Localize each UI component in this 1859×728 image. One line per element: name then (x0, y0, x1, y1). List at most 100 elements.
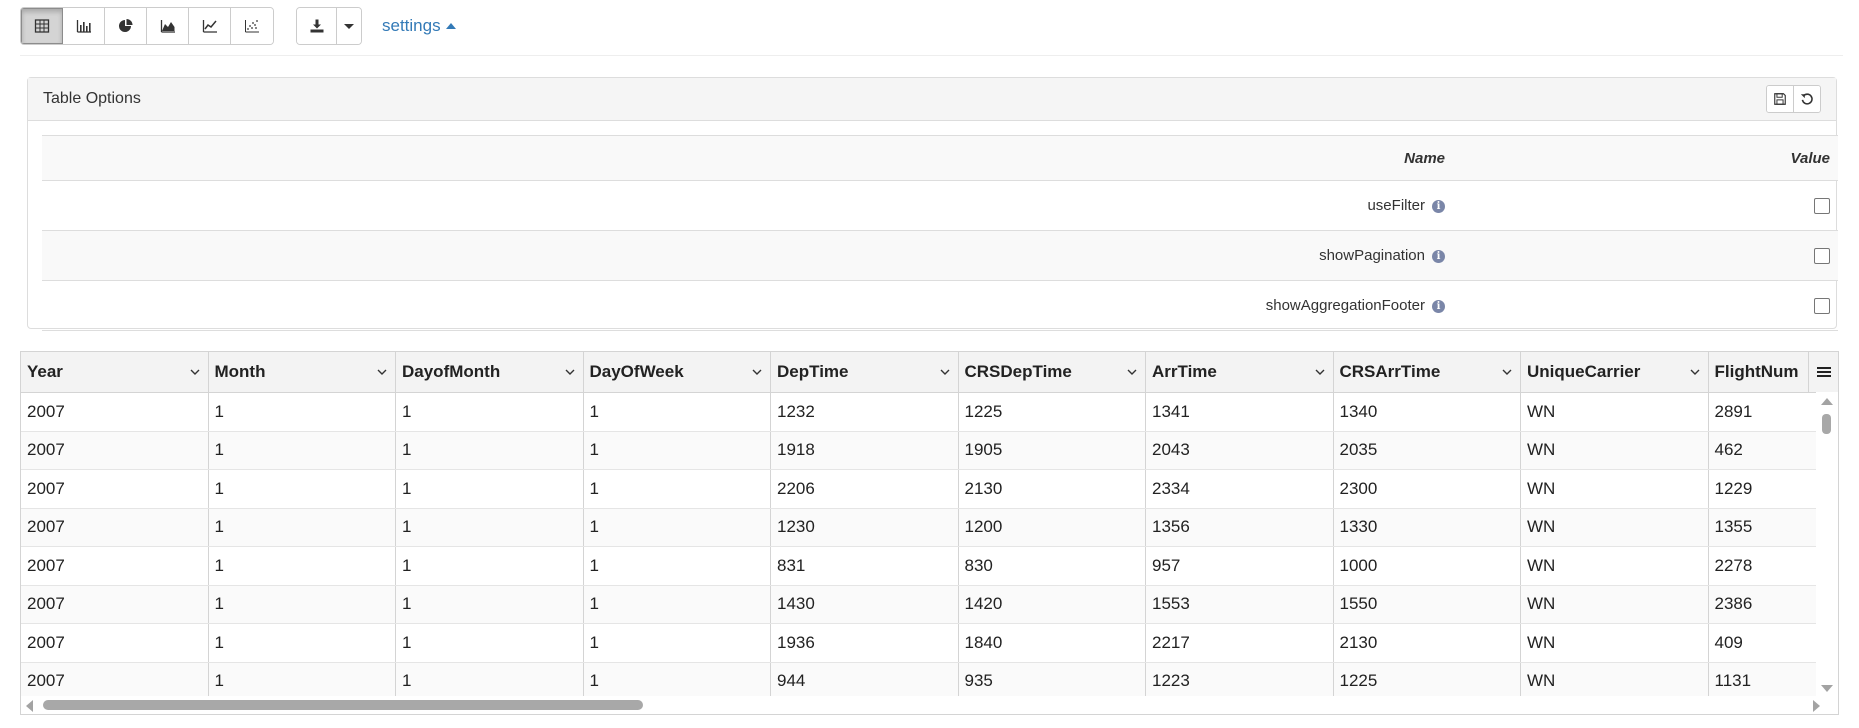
table-row[interactable]: 2007 1 1 1 1936 1840 2217 2130 WN 409 (21, 624, 1838, 663)
bar-chart-view-button[interactable] (63, 8, 105, 44)
chevron-down-icon[interactable] (1690, 367, 1700, 377)
chevron-down-icon[interactable] (565, 367, 575, 377)
grid-menu-button[interactable] (1808, 352, 1838, 392)
table-cell: 1550 (1334, 585, 1521, 623)
view-mode-group (20, 7, 274, 45)
grid-header: Year Month DayofMonth DayOfWeek DepTime CRSDe… (21, 352, 1838, 393)
panel-title: Table Options (43, 90, 141, 107)
use-filter-checkbox[interactable] (1814, 198, 1830, 215)
table-icon (34, 19, 50, 33)
table-cell: 2300 (1334, 470, 1521, 508)
chevron-down-icon[interactable] (190, 367, 200, 377)
table-cell: 2217 (1146, 624, 1334, 662)
column-header-crsdeptime[interactable]: CRSDepTime (959, 352, 1146, 392)
column-header-arrtime[interactable]: ArrTime (1146, 352, 1334, 392)
column-header-crsarrtime[interactable]: CRSArrTime (1334, 352, 1521, 392)
line-chart-view-button[interactable] (189, 8, 231, 44)
chevron-down-icon[interactable] (1502, 367, 1512, 377)
table-row[interactable]: 2007 1 1 1 1230 1200 1356 1330 WN 1355 (21, 508, 1838, 547)
table-cell: 1232 (771, 393, 959, 431)
table-cell: 1340 (1334, 393, 1521, 431)
scroll-up-arrow-icon[interactable] (1821, 398, 1833, 405)
scatter-chart-view-button[interactable] (231, 8, 273, 44)
download-options-dropdown[interactable] (337, 8, 361, 44)
option-value-cell (1453, 230, 1838, 281)
column-header-label: FlightNum (1714, 362, 1799, 381)
scroll-left-arrow-icon[interactable] (26, 700, 33, 712)
info-icon[interactable]: i (1432, 199, 1445, 213)
pie-chart-icon (118, 19, 132, 32)
download-button[interactable] (297, 8, 337, 44)
column-header-dayofweek[interactable]: DayOfWeek (584, 352, 771, 392)
scroll-right-arrow-icon[interactable] (1813, 700, 1820, 712)
table-row[interactable]: 2007 1 1 1 1232 1225 1341 1340 WN 2891 (21, 393, 1838, 432)
table-row[interactable]: 2007 1 1 1 1918 1905 2043 2035 WN 462 (21, 431, 1838, 470)
show-aggregation-footer-checkbox[interactable] (1814, 298, 1830, 315)
chevron-down-icon[interactable] (1127, 367, 1137, 377)
column-header-year[interactable]: Year (21, 352, 209, 392)
table-row[interactable]: 2007 1 1 1 944 935 1223 1225 WN 1131 (21, 662, 1838, 699)
table-view-button[interactable] (21, 8, 63, 44)
table-cell: WN (1521, 470, 1709, 508)
table-cell: 2007 (21, 547, 209, 585)
column-header-label: DepTime (777, 362, 849, 381)
table-cell: 830 (959, 547, 1146, 585)
table-cell: 2334 (1146, 470, 1334, 508)
column-header-label: DayofMonth (402, 362, 501, 381)
option-row-use-filter: useFilter i (42, 180, 1838, 231)
table-options-panel: Table Options Name Value useFilter i sho… (27, 77, 1838, 331)
chevron-down-icon[interactable] (1315, 367, 1325, 377)
table-cell: 1 (396, 393, 584, 431)
table-cell: WN (1521, 508, 1709, 546)
reset-settings-button[interactable] (1794, 86, 1820, 112)
table-cell: 935 (959, 662, 1146, 699)
vertical-scroll-thumb[interactable] (1822, 414, 1831, 434)
column-header-deptime[interactable]: DepTime (771, 352, 959, 392)
line-chart-icon (202, 20, 217, 33)
panel-actions (1766, 85, 1821, 113)
option-value-cell (1453, 180, 1838, 231)
table-cell: 1918 (771, 431, 959, 469)
table-cell: 1225 (1334, 662, 1521, 699)
horizontal-scrollbar[interactable] (21, 696, 1838, 714)
chevron-down-icon[interactable] (377, 367, 387, 377)
show-pagination-checkbox[interactable] (1814, 248, 1830, 265)
table-row[interactable]: 2007 1 1 1 2206 2130 2334 2300 WN 1229 (21, 470, 1838, 509)
table-cell: WN (1521, 393, 1709, 431)
table-row[interactable]: 2007 1 1 1 1430 1420 1553 1550 WN 2386 (21, 585, 1838, 624)
scatter-chart-icon (245, 20, 259, 33)
horizontal-scroll-thumb[interactable] (43, 700, 643, 710)
settings-toggle[interactable]: settings (382, 16, 456, 36)
chevron-down-icon[interactable] (940, 367, 950, 377)
table-cell: 1356 (1146, 508, 1334, 546)
pie-chart-view-button[interactable] (105, 8, 147, 44)
table-cell: 2007 (21, 431, 209, 469)
save-icon (1774, 93, 1786, 105)
name-column-header: Name (42, 135, 1453, 181)
table-cell: 1 (209, 624, 396, 662)
area-chart-view-button[interactable] (147, 8, 189, 44)
table-cell: 1 (209, 547, 396, 585)
table-cell: 1000 (1334, 547, 1521, 585)
chevron-down-icon[interactable] (752, 367, 762, 377)
column-header-month[interactable]: Month (209, 352, 396, 392)
column-header-label: ArrTime (1152, 362, 1217, 381)
table-cell: 1 (396, 508, 584, 546)
column-header-dayofmonth[interactable]: DayofMonth (396, 352, 584, 392)
bar-chart-icon (76, 20, 91, 33)
option-label: showPagination (1319, 247, 1425, 264)
vertical-scrollbar[interactable] (1816, 392, 1838, 698)
table-cell: 2007 (21, 470, 209, 508)
table-cell: 1 (584, 662, 771, 699)
info-icon[interactable]: i (1432, 249, 1445, 263)
info-icon[interactable]: i (1432, 299, 1445, 313)
table-cell: WN (1521, 624, 1709, 662)
scroll-down-arrow-icon[interactable] (1821, 685, 1833, 692)
table-cell: WN (1521, 431, 1709, 469)
save-settings-button[interactable] (1767, 86, 1794, 112)
column-header-uniquecarrier[interactable]: UniqueCarrier (1521, 352, 1709, 392)
table-row[interactable]: 2007 1 1 1 831 830 957 1000 WN 2278 (21, 547, 1838, 586)
table-cell: 1 (396, 624, 584, 662)
table-cell: 1 (584, 393, 771, 431)
table-cell: 1 (209, 431, 396, 469)
